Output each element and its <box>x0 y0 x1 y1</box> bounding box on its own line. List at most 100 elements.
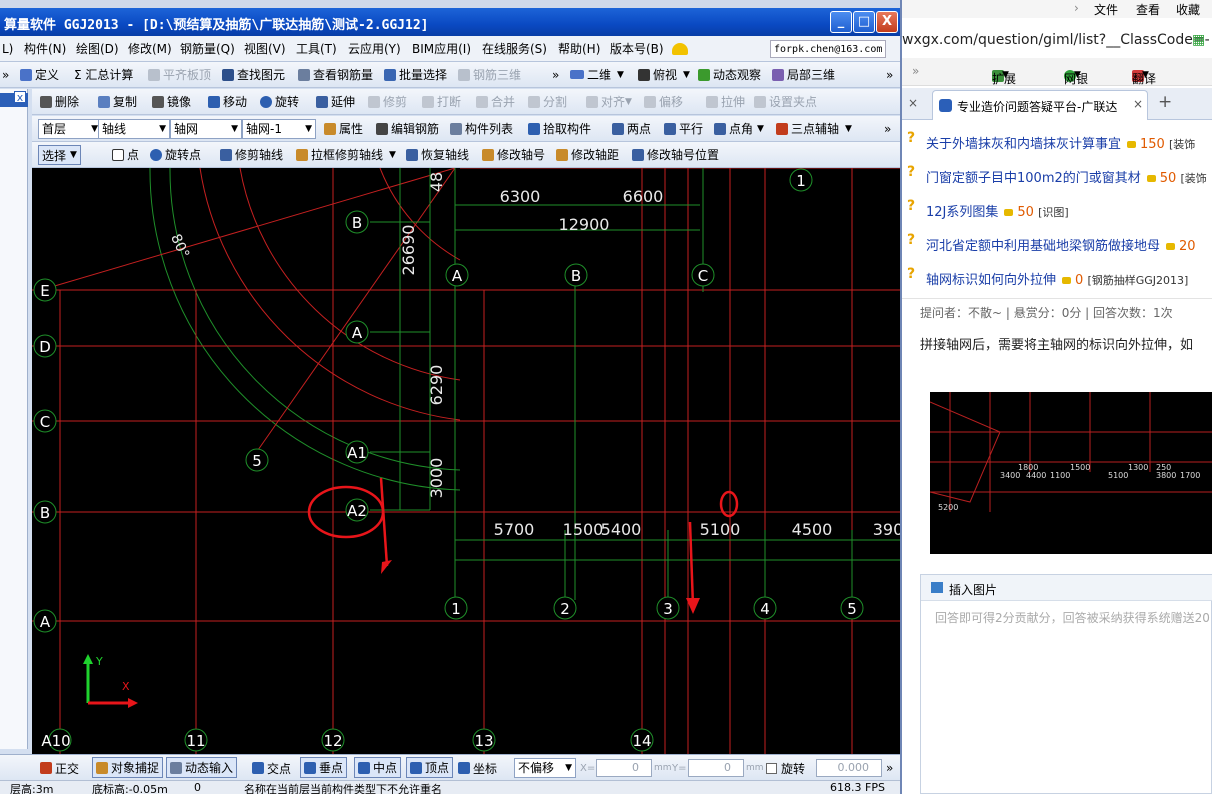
align-button[interactable]: 对齐 ▼ <box>586 89 632 114</box>
menu-item-tools[interactable]: 工具(T) <box>296 36 337 61</box>
axis-bubble-inner-a1[interactable]: A1 <box>345 440 369 464</box>
axis-bubble-top-a[interactable]: A <box>445 263 469 287</box>
menu-item-rebar-qty[interactable]: 钢筋量(Q) <box>180 36 235 61</box>
rotate-button[interactable]: 旋转 <box>260 89 299 114</box>
offset-mode-select[interactable]: 不偏移 ▼ <box>514 758 576 778</box>
question-attachment-image[interactable]: 1800 1500 1300 250 3400 4400 1100 5100 3… <box>930 392 1212 554</box>
type-select[interactable]: 轴线 ▼ <box>98 119 170 139</box>
floor-select[interactable]: 首层 ▼ <box>38 119 102 139</box>
axis-bubble-inner-b[interactable]: B <box>345 210 369 234</box>
menu-item-modify[interactable]: 修改(M) <box>128 36 172 61</box>
batch-select-button[interactable]: 批量选择 <box>384 62 447 87</box>
edit-rebar-button[interactable]: 编辑钢筋 <box>376 116 439 141</box>
question-item[interactable]: ? 河北省定额中利用基础地梁钢筋做接地母 20 <box>902 230 1212 258</box>
2d-dropdown[interactable]: 二维 ▼ <box>570 62 624 87</box>
address-bar[interactable]: wxgx.com/question/giml/list?__ClassCode=… <box>902 28 1212 54</box>
axis-bubble-top-1[interactable]: 1 <box>789 168 813 192</box>
item-select[interactable]: 轴网-1 ▼ <box>242 119 316 139</box>
modify-axis-number-position-button[interactable]: 修改轴号位置 <box>632 142 719 167</box>
rebar-3d-button[interactable]: 钢筋三维 <box>458 62 521 87</box>
menu-item-bim[interactable]: BIM应用(I) <box>412 36 471 61</box>
box-trim-axis-button[interactable]: 拉框修剪轴线 ▼ <box>296 142 396 167</box>
axis-bubble-bottom-13[interactable]: 13 <box>472 728 496 752</box>
tab-close-icon[interactable]: × <box>1133 97 1143 111</box>
properties-button[interactable]: 属性 <box>324 116 363 141</box>
three-point-aux-button[interactable]: 三点辅轴 ▼ <box>776 116 852 141</box>
qr-icon[interactable]: ▦ <box>1192 32 1205 48</box>
answer-textarea[interactable]: 回答即可得2分贡献分，回答被采纳获得系统赠送20 <box>935 609 1210 626</box>
axis-bubble-top-c[interactable]: C <box>691 263 715 287</box>
menu-item-l[interactable]: L) <box>2 36 13 61</box>
extend-button[interactable]: 延伸 <box>316 89 355 114</box>
two-points-button[interactable]: 两点 <box>612 116 651 141</box>
vertex-snap[interactable]: 顶点 <box>406 757 454 778</box>
modify-axis-number-button[interactable]: 修改轴号 <box>482 142 545 167</box>
y-input[interactable]: 0 <box>688 759 744 777</box>
snap-toolbar-overflow[interactable]: » <box>886 755 893 780</box>
mirror-button[interactable]: 镜像 <box>152 89 191 114</box>
helmet-icon[interactable] <box>672 36 688 61</box>
title-bar[interactable]: 算量软件 GGJ2013 - [D:\预结算及抽筋\广联达抽筋\测试-2.GGJ… <box>0 8 900 36</box>
browser-menu-view[interactable]: 查看 <box>1136 1 1160 18</box>
insert-image-button[interactable]: 插入图片 <box>949 581 997 598</box>
axis-bubble-inner-a2[interactable]: A2 <box>345 498 369 522</box>
coordinate-snap[interactable]: 坐标 <box>458 755 497 780</box>
flush-slab-top-button[interactable]: 平齐板顶 <box>148 62 211 87</box>
parallel-button[interactable]: 平行 <box>664 116 703 141</box>
point-angle-button[interactable]: 点角 ▼ <box>714 116 764 141</box>
axis-bubble-inner-a[interactable]: A <box>345 320 369 344</box>
axis-bubble-bottom-2[interactable]: 2 <box>553 596 577 620</box>
offset-button[interactable]: 偏移 <box>644 89 683 114</box>
axis-bubble-inner-5[interactable]: 5 <box>245 448 269 472</box>
trim-button[interactable]: 修剪 <box>368 89 407 114</box>
menu-item-online[interactable]: 在线服务(S) <box>482 36 547 61</box>
tab-active[interactable]: 专业造价问题答疑平台-广联达 × <box>932 90 1148 120</box>
menu-item-cloud[interactable]: 云应用(Y) <box>348 36 401 61</box>
axis-bubble-bottom-3[interactable]: 3 <box>656 596 680 620</box>
toolbar1-overflow[interactable]: » <box>552 62 559 87</box>
select-button[interactable]: 选择 ▼ <box>38 145 81 165</box>
component-list-button[interactable]: 构件列表 <box>450 116 513 141</box>
split-button[interactable]: 分割 <box>528 89 567 114</box>
axis-bubble-left-a[interactable]: A <box>33 609 57 633</box>
question-title[interactable]: 河北省定额中利用基础地梁钢筋做接地母 <box>926 239 1160 254</box>
dynamic-input-toggle[interactable]: 动态输入 <box>166 757 238 778</box>
modify-axis-spacing-button[interactable]: 修改轴距 <box>556 142 619 167</box>
move-button[interactable]: 移动 <box>208 89 247 114</box>
toolbar-overflow-left[interactable]: » <box>2 62 9 87</box>
axis-bubble-bottom-4[interactable]: 4 <box>753 596 777 620</box>
toolbar3-overflow[interactable]: » <box>884 116 891 141</box>
maximize-button[interactable]: □ <box>853 11 875 33</box>
drawing-canvas[interactable]: E D C B A B A A1 A2 5 A B C 1 1 2 3 4 5 … <box>32 168 900 754</box>
perpendicular-snap[interactable]: 垂点 <box>300 757 348 778</box>
close-button[interactable]: X <box>876 11 898 33</box>
axis-bubble-bottom-14[interactable]: 14 <box>630 728 654 752</box>
browser-menu-favorites[interactable]: 收藏 <box>1176 1 1200 18</box>
axis-bubble-left-c[interactable]: C <box>33 409 57 433</box>
left-panel-close-icon[interactable]: x <box>14 91 26 103</box>
delete-button[interactable]: 删除 <box>40 89 79 114</box>
menu-item-version[interactable]: 版本号(B) <box>610 36 664 61</box>
axis-bubble-top-b[interactable]: B <box>564 263 588 287</box>
pick-component-button[interactable]: 拾取构件 <box>528 116 591 141</box>
find-element-button[interactable]: 查找图元 <box>222 62 285 87</box>
axis-bubble-bottom-11[interactable]: 11 <box>184 728 208 752</box>
category-select[interactable]: 轴网 ▼ <box>170 119 242 139</box>
rotate-checkbox[interactable]: 旋转 <box>766 755 805 780</box>
object-snap-toggle[interactable]: 对象捕捉 <box>92 757 164 778</box>
break-button[interactable]: 打断 <box>422 89 461 114</box>
merge-button[interactable]: 合并 <box>476 89 515 114</box>
menu-item-draw[interactable]: 绘图(D) <box>76 36 119 61</box>
restore-axis-button[interactable]: 恢复轴线 <box>406 142 469 167</box>
stretch-button[interactable]: 拉伸 <box>706 89 745 114</box>
prev-tab-close-icon[interactable]: × <box>908 96 918 110</box>
summary-calc-button[interactable]: Σ 汇总计算 <box>74 62 133 87</box>
define-button[interactable]: 定义 <box>20 62 59 87</box>
menu-item-component[interactable]: 构件(N) <box>24 36 66 61</box>
intersection-snap[interactable]: 交点 <box>252 755 291 780</box>
view-rebar-qty-button[interactable]: 查看钢筋量 <box>298 62 373 87</box>
midpoint-snap[interactable]: 中点 <box>354 757 402 778</box>
orbit-button[interactable]: 动态观察 <box>698 62 761 87</box>
axis-bubble-bottom-a10[interactable]: A10 <box>41 728 72 752</box>
question-title[interactable]: 门窗定额子目中100m2的门或窗其材 <box>926 171 1141 186</box>
